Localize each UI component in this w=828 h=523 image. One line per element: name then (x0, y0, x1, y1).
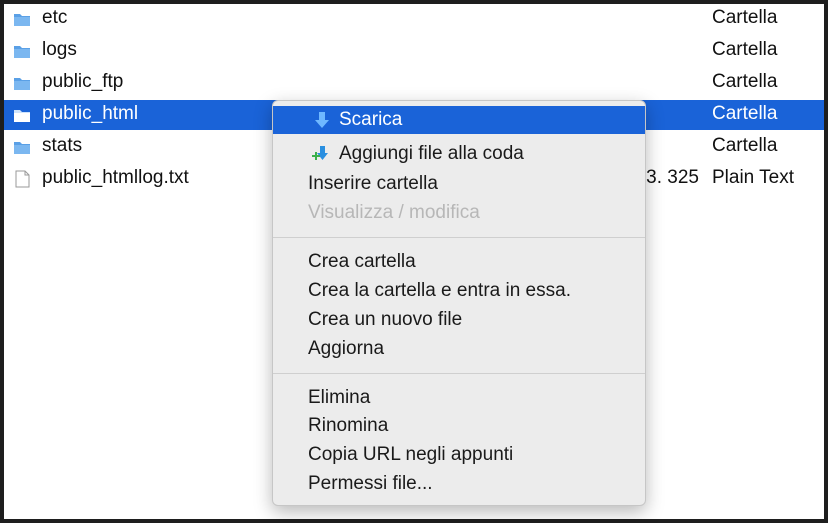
file-kind: Cartella (712, 71, 778, 92)
file-name: logs (42, 39, 77, 60)
file-kind: Cartella (712, 39, 778, 60)
menu-item-add-to-queue[interactable]: Aggiungi file alla coda (273, 140, 645, 168)
menu-item-view-edit: Visualizza / modifica (308, 202, 480, 223)
folder-icon (14, 46, 30, 58)
folder-icon (14, 142, 30, 154)
file-row-etc[interactable]: etc Cartella (4, 4, 824, 34)
menu-item-create-folder-and-enter[interactable]: Crea la cartella e entra in essa. (273, 277, 645, 305)
menu-item-create-new-file[interactable]: Crea un nuovo file (273, 306, 645, 334)
menu-item-file-permissions[interactable]: Permessi file... (273, 470, 645, 498)
file-kind: Cartella (712, 103, 778, 124)
download-arrow-icon (315, 112, 329, 128)
menu-item-refresh[interactable]: Aggiorna (273, 335, 645, 363)
menu-separator (273, 237, 645, 238)
menu-separator (273, 373, 645, 374)
add-to-queue-icon (312, 146, 328, 160)
menu-item-create-folder[interactable]: Crea cartella (273, 248, 645, 276)
file-row-logs[interactable]: logs Cartella (4, 36, 824, 66)
folder-icon (14, 78, 30, 90)
text-file-icon (15, 170, 30, 188)
file-name: etc (42, 7, 68, 28)
file-kind: Cartella (712, 7, 778, 28)
file-name: public_html (42, 103, 139, 124)
file-size: 3. 325 (646, 167, 699, 188)
file-name: stats (42, 135, 83, 156)
folder-icon (14, 110, 30, 122)
menu-item-copy-url[interactable]: Copia URL negli appunti (273, 441, 645, 469)
folder-icon (14, 14, 30, 26)
menu-item-scarica[interactable]: Scarica (273, 106, 645, 134)
context-menu: Scarica Aggiungi file alla coda Inserire… (272, 100, 646, 506)
file-kind: Cartella (712, 135, 778, 156)
file-name: public_htmllog.txt (42, 167, 189, 188)
file-kind: Plain Text (712, 167, 795, 188)
menu-item-delete[interactable]: Elimina (273, 384, 645, 412)
file-name: public_ftp (42, 71, 124, 92)
menu-item-rename[interactable]: Rinomina (273, 412, 645, 440)
file-row-public-ftp[interactable]: public_ftp Cartella (4, 68, 824, 98)
menu-item-insert-folder[interactable]: Inserire cartella (273, 170, 645, 198)
